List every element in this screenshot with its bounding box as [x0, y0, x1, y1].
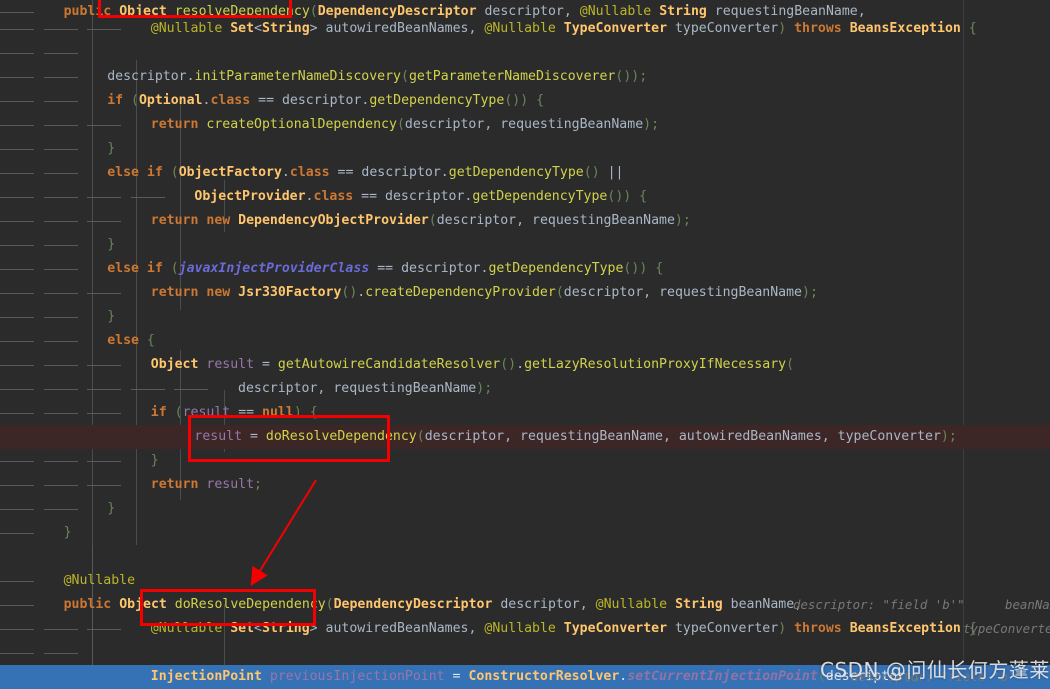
code-line[interactable]: @Nullable Set<String> autowiredBeanNames… — [0, 617, 1050, 641]
code-line-text: } — [107, 237, 116, 252]
code-line-text: } — [107, 309, 116, 324]
code-line-text: InjectionPoint previousInjectionPoint = … — [150, 669, 922, 684]
code-line-text: return new Jsr330Factory().createDepende… — [150, 285, 818, 300]
code-line[interactable]: } — [0, 449, 1050, 473]
code-line[interactable]: return result; — [0, 473, 1050, 497]
code-line-text: descriptor.initParameterNameDiscovery(ge… — [107, 69, 648, 84]
code-line[interactable]: return createOptionalDependency(descript… — [0, 113, 1050, 137]
code-line-text: else { — [107, 333, 155, 348]
code-line-text: result = doResolveDependency(descriptor,… — [194, 429, 957, 444]
code-line-text: @Nullable Set<String> autowiredBeanNames… — [150, 21, 977, 36]
code-line[interactable]: @Nullable Set<String> autowiredBeanNames… — [0, 17, 1050, 41]
code-line-text: @Nullable Set<String> autowiredBeanNames… — [150, 621, 977, 636]
code-line-text: if (result == null) { — [150, 405, 318, 420]
code-editor[interactable]: public Object resolveDependency(Dependen… — [0, 0, 1050, 689]
code-line[interactable]: } — [0, 305, 1050, 329]
code-line[interactable]: @Nullable — [0, 569, 1050, 593]
code-line-text: return new DependencyObjectProvider(desc… — [150, 213, 691, 228]
code-line[interactable]: return new Jsr330Factory().createDepende… — [0, 281, 1050, 305]
code-line[interactable]: } — [0, 233, 1050, 257]
code-line-text: else if (ObjectFactory.class == descript… — [107, 165, 624, 180]
code-line[interactable]: } — [0, 521, 1050, 545]
inline-hint: descriptor: "field 'b'" — [793, 597, 965, 612]
code-line[interactable]: else if (javaxInjectProviderClass == des… — [0, 257, 1050, 281]
inline-hint: beanName: — [1005, 597, 1050, 612]
code-line-text: } — [107, 501, 116, 516]
code-line-text: } — [63, 525, 72, 540]
code-line[interactable] — [0, 41, 1050, 65]
code-line[interactable]: } — [0, 137, 1050, 161]
code-line[interactable] — [0, 545, 1050, 569]
code-line-text: Object result = getAutowireCandidateReso… — [150, 357, 795, 372]
code-line[interactable]: if (Optional.class == descriptor.getDepe… — [0, 89, 1050, 113]
code-line-text: else if (javaxInjectProviderClass == des… — [107, 261, 664, 276]
code-line[interactable]: Object result = getAutowireCandidateReso… — [0, 353, 1050, 377]
code-line-text: if (Optional.class == descriptor.getDepe… — [107, 93, 545, 108]
code-line-text: @Nullable — [63, 573, 136, 588]
code-line[interactable]: } — [0, 497, 1050, 521]
inline-hint: typeConverter — [963, 621, 1050, 636]
code-line-text: public Object doResolveDependency(Depend… — [63, 597, 803, 612]
csdn-watermark: CSDN @问仙长何方蓬莱 — [820, 658, 1050, 682]
code-line-text: ObjectProvider.class == descriptor.getDe… — [194, 189, 648, 204]
code-line[interactable]: else { — [0, 329, 1050, 353]
code-line-text: } — [107, 141, 116, 156]
code-line[interactable]: ObjectProvider.class == descriptor.getDe… — [0, 185, 1050, 209]
code-line[interactable]: if (result == null) { — [0, 401, 1050, 425]
code-line[interactable]: else if (ObjectFactory.class == descript… — [0, 161, 1050, 185]
code-line-text: } — [150, 453, 159, 468]
code-line-text: return createOptionalDependency(descript… — [150, 117, 660, 132]
code-line-text: return result; — [150, 477, 262, 492]
code-line[interactable]: descriptor.initParameterNameDiscovery(ge… — [0, 65, 1050, 89]
code-line[interactable]: result = doResolveDependency(descriptor,… — [0, 425, 1050, 449]
code-line-text: descriptor, requestingBeanName); — [238, 381, 493, 396]
code-line[interactable]: return new DependencyObjectProvider(desc… — [0, 209, 1050, 233]
code-line[interactable]: descriptor, requestingBeanName); — [0, 377, 1050, 401]
